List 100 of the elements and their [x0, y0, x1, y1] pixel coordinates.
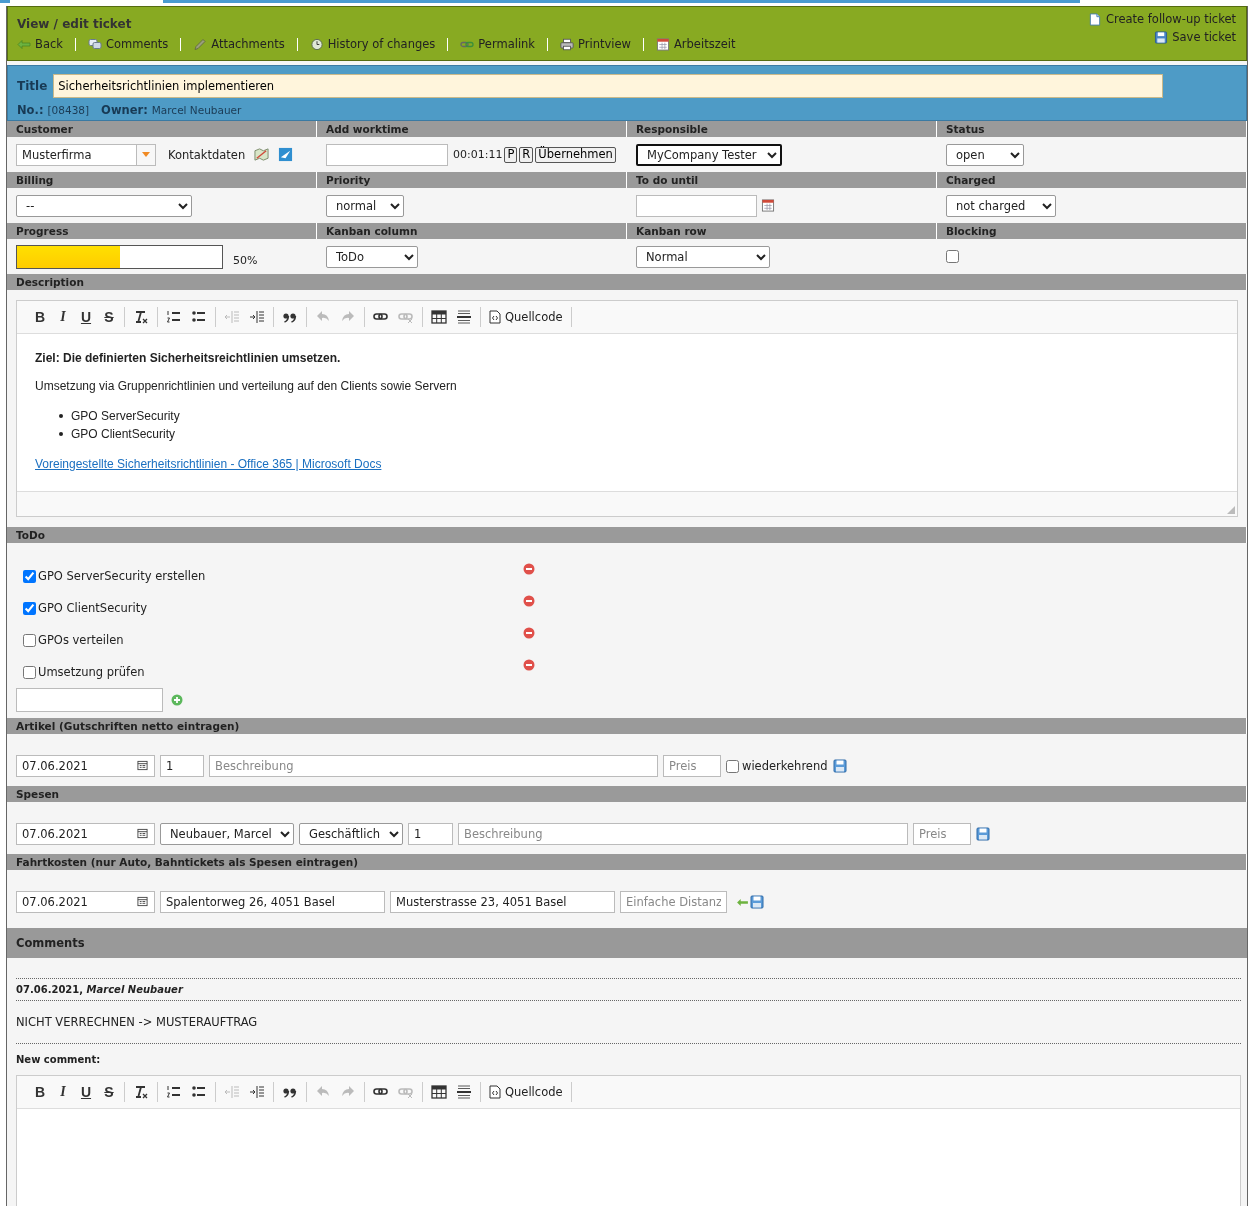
map-icon[interactable] [254, 147, 270, 162]
quantity-field[interactable]: 1 [408, 823, 453, 845]
table-icon [431, 1084, 447, 1100]
source-button[interactable]: Quellcode [485, 307, 567, 327]
remove-icon[interactable] [523, 659, 535, 671]
toolbar-link[interactable]: Save ticket [1154, 31, 1236, 44]
underline-button[interactable]: U [75, 1082, 97, 1102]
dropdown[interactable]: normal [326, 194, 404, 217]
bullet-icon [59, 414, 63, 418]
timer-button[interactable]: R [519, 146, 534, 163]
toolbar-link[interactable]: Back [17, 38, 75, 51]
italic-button[interactable]: I [52, 1082, 74, 1102]
progress-reading: 50% [233, 254, 258, 267]
toolbar-link[interactable]: Permalink [447, 38, 548, 51]
date-field[interactable]: 07.06.2021 [16, 755, 155, 777]
section-header: Fahrtkosten (nur Auto, Bahntickets als Spesen eintragen) [7, 854, 1247, 870]
numbered-list-icon [166, 1084, 182, 1100]
dropdown[interactable]: MyCompany Tester [636, 143, 782, 166]
checkbox[interactable] [23, 569, 36, 583]
resize-handle-icon[interactable] [1227, 506, 1235, 514]
dropdown[interactable]: ToDo [326, 245, 418, 268]
caret-icon [142, 152, 150, 157]
price-field[interactable]: Preis [663, 755, 721, 777]
section-header: Billing [7, 172, 317, 188]
toolbar-link[interactable]: Comments [74, 38, 181, 51]
remove-icon[interactable] [523, 627, 535, 639]
add-icon[interactable] [171, 694, 183, 706]
todo-label: GPOs verteilen [38, 633, 124, 647]
date-field[interactable]: 07.06.2021 [16, 891, 155, 913]
date-field[interactable] [636, 194, 757, 217]
checkbox[interactable] [946, 250, 959, 263]
section-header: Priority [317, 172, 627, 188]
toolbar-link[interactable]: Printview [547, 38, 643, 51]
price-field[interactable]: Preis [913, 823, 971, 845]
type-dropdown[interactable]: Geschäftlich [299, 823, 403, 845]
checkbox[interactable] [23, 665, 36, 679]
title-field[interactable]: Sicherheitsrichtlinien implementieren [53, 74, 1164, 98]
date-field[interactable]: 07.06.2021 [16, 823, 155, 845]
field-label: New comment: [16, 1054, 102, 1065]
dropdown[interactable]: Normal [636, 245, 770, 268]
dropdown[interactable]: -- [16, 194, 192, 217]
from-address-field[interactable]: Spalentorweg 26, 4051 Basel [160, 891, 385, 913]
quantity-field[interactable]: 1 [160, 755, 204, 777]
italic-button[interactable]: I [52, 307, 74, 327]
dropdown-button[interactable] [136, 143, 156, 166]
section-header: Status [937, 121, 1247, 137]
timer-button[interactable]: P [504, 146, 518, 163]
toolbar-link[interactable]: History of changes [296, 38, 448, 51]
bold-button[interactable]: B [29, 1082, 51, 1102]
remove-icon[interactable] [523, 563, 535, 575]
bold-button[interactable]: B [29, 307, 51, 327]
dropdown[interactable]: open [946, 143, 1024, 166]
back-arrow-icon[interactable] [736, 897, 749, 907]
distance-field[interactable]: Einfache Distanz [620, 891, 727, 913]
toolbar-link[interactable]: Attachments [180, 38, 297, 51]
timer-button[interactable]: Übernehmen [535, 146, 616, 163]
checkbox[interactable] [23, 601, 36, 615]
checkbox[interactable] [726, 759, 739, 773]
underline-button[interactable]: U [75, 307, 97, 327]
section-header: Customer [7, 121, 317, 137]
person-dropdown[interactable]: Neubauer, Marcel [160, 823, 294, 845]
docs-link[interactable]: Voreingestellte Sicherheitsrichtlinien - Office 365 | Microsoft Docs [35, 457, 382, 471]
comment-text: NICHT VERRECHNEN -> MUSTERAUFTRAG [16, 1001, 1241, 1044]
clear-format-icon [133, 309, 149, 325]
horizontal-line-icon [456, 1084, 472, 1100]
clear-format-icon [133, 1084, 149, 1100]
rich-text-editor[interactable]: B I U S Quellcode [16, 1075, 1241, 1206]
strikethrough-button[interactable]: S [98, 307, 120, 327]
section-header: To do until [627, 172, 937, 188]
source-code-icon [489, 310, 501, 324]
field-label: No.: [17, 103, 44, 117]
indent-icon [249, 309, 265, 325]
section-header: Spesen [7, 786, 1247, 802]
new-todo-field[interactable] [16, 688, 163, 712]
toolbar-link[interactable]: Arbeitszeit [642, 38, 748, 51]
dropdown[interactable]: not charged [946, 194, 1056, 217]
todo-label: Umsetzung prüfen [38, 665, 145, 679]
section-header: Kanban row [627, 223, 937, 239]
document-icon [1087, 13, 1102, 26]
source-button[interactable]: Quellcode [485, 1082, 567, 1102]
toolbar-link[interactable]: Create follow-up ticket [1087, 13, 1236, 26]
calendar-icon [655, 38, 670, 51]
to-address-field[interactable]: Musterstrasse 23, 4051 Basel [390, 891, 615, 913]
outdent-icon [224, 1084, 240, 1100]
bullet-icon [59, 432, 63, 436]
bullet-list-icon [191, 309, 207, 325]
checkbox[interactable] [23, 633, 36, 647]
bullet-item: GPO ServerSecurity [71, 408, 180, 425]
customer-field[interactable]: Musterfirma [16, 143, 136, 166]
remove-icon[interactable] [523, 595, 535, 607]
section-header: Responsible [627, 121, 937, 137]
calendar-icon [137, 896, 148, 907]
send-icon[interactable] [278, 147, 294, 162]
worktime-field[interactable] [326, 143, 448, 166]
contact-link[interactable]: Kontaktdaten [168, 147, 246, 162]
editor-heading: Ziel: Die definierten Sicherheitsreichtlinien umsetzen. [35, 351, 342, 365]
bullet-list-icon [191, 1084, 207, 1100]
description-field[interactable]: Beschreibung [458, 823, 908, 845]
description-field[interactable]: Beschreibung [209, 755, 658, 777]
strikethrough-button[interactable]: S [98, 1082, 120, 1102]
